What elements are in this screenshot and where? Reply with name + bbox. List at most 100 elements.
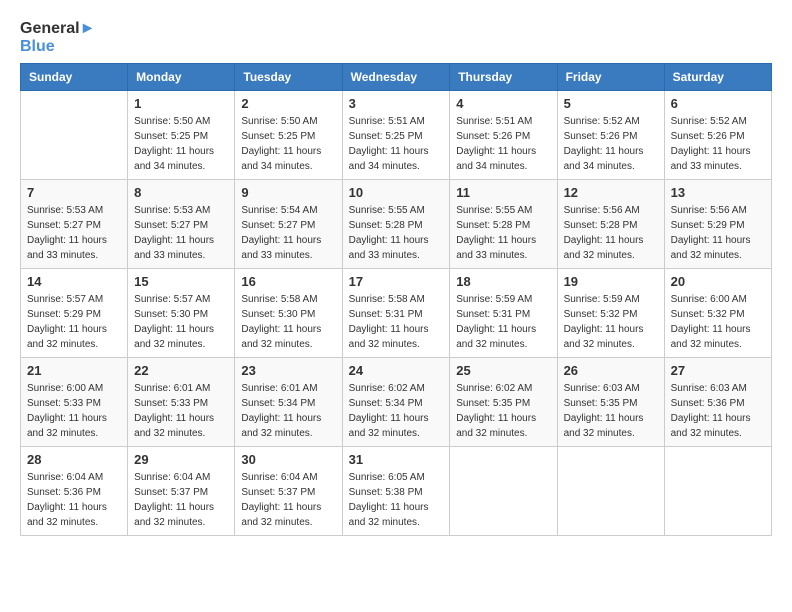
day-number: 23 [241,363,335,378]
calendar-cell: 22Sunrise: 6:01 AMSunset: 5:33 PMDayligh… [128,358,235,447]
calendar-cell: 5 Sunrise: 5:52 AMSunset: 5:26 PMDaylight… [557,91,664,180]
day-number: 3 [349,96,444,111]
weekday-header-wednesday: Wednesday [342,64,450,91]
calendar-cell: 1 Sunrise: 5:50 AMSunset: 5:25 PMDaylight… [128,91,235,180]
day-number: 24 [349,363,444,378]
calendar-cell: 20Sunrise: 6:00 AMSunset: 5:32 PMDayligh… [664,269,771,358]
day-number: 19 [564,274,658,289]
sun-info: Sunrise: 5:58 AMSunset: 5:30 PMDaylight:… [241,292,335,352]
day-number: 17 [349,274,444,289]
day-number: 5 [564,96,658,111]
day-number: 26 [564,363,658,378]
sun-info: Sunrise: 6:02 AMSunset: 5:35 PMDaylight:… [456,381,550,441]
calendar-cell: 13 Sunrise: 5:56 AMSunset: 5:29 PMDayligh… [664,180,771,269]
calendar-table: SundayMondayTuesdayWednesdayThursdayFrid… [20,63,772,536]
calendar-cell: 2 Sunrise: 5:50 AMSunset: 5:25 PMDaylight… [235,91,342,180]
calendar-cell: 31 Sunrise: 6:05 AMSunset: 5:38 PMDayligh… [342,447,450,536]
day-number: 12 [564,185,658,200]
sun-info: Sunrise: 5:54 AMSunset: 5:27 PMDaylight:… [241,203,335,263]
weekday-header-thursday: Thursday [450,64,557,91]
day-number: 1 [134,96,228,111]
sun-info: Sunrise: 6:02 AMSunset: 5:34 PMDaylight:… [349,381,444,441]
sun-info: Sunrise: 5:53 AMSunset: 5:27 PMDaylight:… [134,203,228,263]
day-number: 11 [456,185,550,200]
sun-info: Sunrise: 5:52 AMSunset: 5:26 PMDaylight:… [671,114,765,174]
page-header: General► Blue [20,20,772,55]
weekday-header-tuesday: Tuesday [235,64,342,91]
calendar-cell: 12Sunrise: 5:56 AMSunset: 5:28 PMDayligh… [557,180,664,269]
day-number: 25 [456,363,550,378]
sun-info: Sunrise: 5:57 AMSunset: 5:29 PMDaylight:… [27,292,121,352]
sun-info: Sunrise: 5:56 AMSunset: 5:29 PMDaylight:… [671,203,765,263]
calendar-cell: 4Sunrise: 5:51 AMSunset: 5:26 PMDaylight… [450,91,557,180]
day-number: 29 [134,452,228,467]
day-number: 6 [671,96,765,111]
sun-info: Sunrise: 6:04 AMSunset: 5:37 PMDaylight:… [241,470,335,530]
logo-general: General► [20,20,95,38]
calendar-cell: 19 Sunrise: 5:59 AMSunset: 5:32 PMDayligh… [557,269,664,358]
sun-info: Sunrise: 5:57 AMSunset: 5:30 PMDaylight:… [134,292,228,352]
day-number: 21 [27,363,121,378]
calendar-cell: 23 Sunrise: 6:01 AMSunset: 5:34 PMDayligh… [235,358,342,447]
sun-info: Sunrise: 6:05 AMSunset: 5:38 PMDaylight:… [349,470,444,530]
day-number: 27 [671,363,765,378]
sun-info: Sunrise: 5:59 AMSunset: 5:32 PMDaylight:… [564,292,658,352]
calendar-cell: 9Sunrise: 5:54 AMSunset: 5:27 PMDaylight… [235,180,342,269]
calendar-cell: 26 Sunrise: 6:03 AMSunset: 5:35 PMDayligh… [557,358,664,447]
sun-info: Sunrise: 6:04 AMSunset: 5:37 PMDaylight:… [134,470,228,530]
day-number: 15 [134,274,228,289]
day-number: 16 [241,274,335,289]
day-number: 2 [241,96,335,111]
calendar-cell [21,91,128,180]
weekday-header-sunday: Sunday [21,64,128,91]
sun-info: Sunrise: 6:01 AMSunset: 5:33 PMDaylight:… [134,381,228,441]
calendar-week-2: 7 Sunrise: 5:53 AMSunset: 5:27 PMDaylight… [21,180,772,269]
sun-info: Sunrise: 6:00 AMSunset: 5:33 PMDaylight:… [27,381,121,441]
calendar-cell: 8Sunrise: 5:53 AMSunset: 5:27 PMDaylight… [128,180,235,269]
sun-info: Sunrise: 6:00 AMSunset: 5:32 PMDaylight:… [671,292,765,352]
calendar-cell: 30 Sunrise: 6:04 AMSunset: 5:37 PMDayligh… [235,447,342,536]
sun-info: Sunrise: 6:03 AMSunset: 5:35 PMDaylight:… [564,381,658,441]
calendar-cell [450,447,557,536]
calendar-week-5: 28Sunrise: 6:04 AMSunset: 5:36 PMDayligh… [21,447,772,536]
calendar-week-3: 14 Sunrise: 5:57 AMSunset: 5:29 PMDayligh… [21,269,772,358]
sun-info: Sunrise: 5:50 AMSunset: 5:25 PMDaylight:… [241,114,335,174]
day-number: 7 [27,185,121,200]
sun-info: Sunrise: 5:53 AMSunset: 5:27 PMDaylight:… [27,203,121,263]
day-number: 30 [241,452,335,467]
calendar-cell: 27 Sunrise: 6:03 AMSunset: 5:36 PMDayligh… [664,358,771,447]
sun-info: Sunrise: 5:50 AMSunset: 5:25 PMDaylight:… [134,114,228,174]
day-number: 14 [27,274,121,289]
sun-info: Sunrise: 5:52 AMSunset: 5:26 PMDaylight:… [564,114,658,174]
sun-info: Sunrise: 5:51 AMSunset: 5:25 PMDaylight:… [349,114,444,174]
sun-info: Sunrise: 5:55 AMSunset: 5:28 PMDaylight:… [349,203,444,263]
calendar-cell: 15 Sunrise: 5:57 AMSunset: 5:30 PMDayligh… [128,269,235,358]
sun-info: Sunrise: 6:03 AMSunset: 5:36 PMDaylight:… [671,381,765,441]
calendar-cell: 10 Sunrise: 5:55 AMSunset: 5:28 PMDayligh… [342,180,450,269]
day-number: 18 [456,274,550,289]
calendar-cell [557,447,664,536]
day-number: 31 [349,452,444,467]
calendar-cell: 18 Sunrise: 5:59 AMSunset: 5:31 PMDayligh… [450,269,557,358]
sun-info: Sunrise: 5:59 AMSunset: 5:31 PMDaylight:… [456,292,550,352]
weekday-header-friday: Friday [557,64,664,91]
weekday-header-saturday: Saturday [664,64,771,91]
day-number: 13 [671,185,765,200]
calendar-cell [664,447,771,536]
sun-info: Sunrise: 6:01 AMSunset: 5:34 PMDaylight:… [241,381,335,441]
weekday-header-row: SundayMondayTuesdayWednesdayThursdayFrid… [21,64,772,91]
logo-blue: Blue [20,38,95,56]
calendar-cell: 16 Sunrise: 5:58 AMSunset: 5:30 PMDayligh… [235,269,342,358]
calendar-week-4: 21 Sunrise: 6:00 AMSunset: 5:33 PMDayligh… [21,358,772,447]
calendar-cell: 24 Sunrise: 6:02 AMSunset: 5:34 PMDayligh… [342,358,450,447]
sun-info: Sunrise: 5:55 AMSunset: 5:28 PMDaylight:… [456,203,550,263]
calendar-cell: 29 Sunrise: 6:04 AMSunset: 5:37 PMDayligh… [128,447,235,536]
day-number: 10 [349,185,444,200]
calendar-cell: 3 Sunrise: 5:51 AMSunset: 5:25 PMDaylight… [342,91,450,180]
calendar-cell: 7 Sunrise: 5:53 AMSunset: 5:27 PMDaylight… [21,180,128,269]
day-number: 4 [456,96,550,111]
logo-svg: General► Blue [20,20,95,55]
calendar-cell: 21 Sunrise: 6:00 AMSunset: 5:33 PMDayligh… [21,358,128,447]
weekday-header-monday: Monday [128,64,235,91]
day-number: 28 [27,452,121,467]
